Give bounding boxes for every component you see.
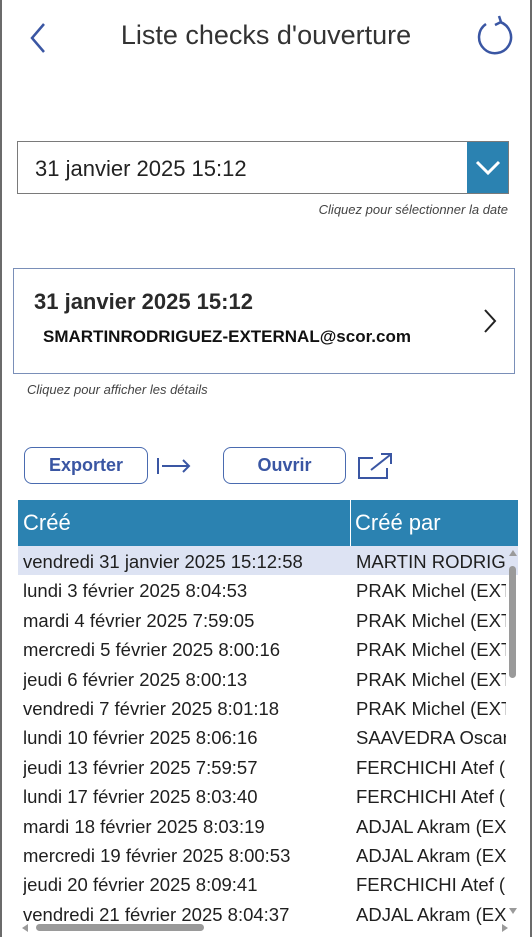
date-dropdown-value: 31 janvier 2025 15:12	[35, 156, 247, 181]
page-title: Liste checks d'ouverture	[120, 20, 412, 50]
vertical-scroll-thumb[interactable]	[509, 566, 516, 678]
table-row[interactable]: mercredi 5 février 2025 8:00:16 PRAK Mich…	[18, 634, 518, 663]
cell-created: jeudi 6 février 2025 8:00:13	[23, 668, 248, 690]
table-row[interactable]: vendredi 31 janvier 2025 15:12:58 MARTIN …	[18, 546, 518, 576]
table-header: Créé Créé par	[18, 500, 518, 546]
table-row[interactable]: mardi 4 février 2025 7:59:05 PRAK Michel …	[18, 605, 518, 634]
table-row[interactable]: lundi 17 février 2025 8:03:40 FERCHICHI A…	[18, 781, 518, 810]
cell-created-by: FERCHICHI Atef (	[356, 786, 506, 808]
cell-created: jeudi 20 février 2025 8:09:41	[23, 874, 258, 896]
scroll-left-arrow-icon[interactable]	[22, 924, 28, 932]
cell-created: jeudi 13 février 2025 7:59:57	[23, 756, 258, 778]
scroll-up-arrow-icon[interactable]	[509, 550, 517, 556]
chevron-right-icon	[484, 309, 497, 333]
external-link-icon[interactable]	[357, 452, 393, 480]
date-hint: Cliquez pour sélectionner la date	[318, 202, 508, 217]
dropdown-toggle[interactable]	[467, 142, 508, 193]
card-user: SMARTINRODRIGUEZ-EXTERNAL@scor.com	[43, 327, 411, 346]
table-row[interactable]: jeudi 6 février 2025 8:00:13 PRAK Michel …	[18, 664, 518, 693]
scroll-right-arrow-icon[interactable]	[502, 924, 508, 932]
table-row[interactable]: jeudi 13 février 2025 7:59:57 FERCHICHI A…	[18, 752, 518, 781]
column-header-created-by[interactable]: Créé par	[355, 500, 441, 546]
column-header-created[interactable]: Créé	[23, 500, 71, 546]
cell-created: lundi 3 février 2025 8:04:53	[23, 580, 248, 602]
cell-created-by: PRAK Michel (EXT	[356, 609, 506, 631]
open-button[interactable]: Ouvrir	[223, 447, 346, 484]
scroll-down-arrow-icon[interactable]	[509, 908, 517, 914]
cell-created-by: ADJAL Akram (EX	[356, 844, 506, 866]
table-body: vendredi 31 janvier 2025 15:12:58 MARTIN …	[18, 546, 518, 928]
chevron-down-icon	[475, 160, 500, 175]
date-dropdown[interactable]: 31 janvier 2025 15:12	[17, 141, 509, 194]
cell-created-by: PRAK Michel (EXT	[356, 668, 506, 690]
summary-card[interactable]: 31 janvier 2025 15:12 SMARTINRODRIGUEZ-E…	[13, 268, 515, 374]
horizontal-scroll-thumb[interactable]	[36, 924, 204, 931]
cell-created: mardi 18 février 2025 8:03:19	[23, 815, 265, 837]
table-row[interactable]: lundi 3 février 2025 8:04:53 PRAK Michel …	[18, 575, 518, 604]
checks-table[interactable]: Créé Créé par vendredi 31 janvier 2025 1…	[18, 500, 518, 930]
table-row[interactable]: mardi 18 février 2025 8:03:19 ADJAL Akram…	[18, 811, 518, 840]
cell-created: mardi 4 février 2025 7:59:05	[23, 609, 255, 631]
cell-created: lundi 17 février 2025 8:03:40	[23, 786, 258, 808]
table-row[interactable]: mercredi 19 février 2025 8:00:53 ADJAL Ak…	[18, 840, 518, 869]
cell-created-by: SAAVEDRA Oscar	[356, 727, 506, 749]
table-row[interactable]: vendredi 7 février 2025 8:01:18 PRAK Mich…	[18, 693, 518, 722]
cell-created: vendredi 31 janvier 2025 15:12:58	[23, 551, 303, 572]
column-separator	[350, 500, 351, 546]
window-border-left	[0, 0, 2, 937]
vertical-scrollbar[interactable]	[507, 548, 519, 924]
cell-created: vendredi 7 février 2025 8:01:18	[23, 697, 280, 719]
cell-created-by: ADJAL Akram (EX	[356, 815, 506, 837]
refresh-button[interactable]	[472, 14, 516, 58]
cell-created: mercredi 19 février 2025 8:00:53	[23, 844, 291, 866]
table-row[interactable]: lundi 10 février 2025 8:06:16 SAAVEDRA Os…	[18, 722, 518, 751]
table-row[interactable]: jeudi 20 février 2025 8:09:41 FERCHICHI A…	[18, 869, 518, 898]
horizontal-scrollbar[interactable]	[18, 922, 518, 934]
export-arrow-icon[interactable]	[156, 455, 192, 477]
cell-created-by: PRAK Michel (EXT	[356, 639, 506, 661]
export-button[interactable]: Exporter	[24, 447, 148, 484]
refresh-icon	[477, 15, 513, 55]
cell-created-by: MARTIN RODRIG	[356, 551, 506, 572]
cell-created: lundi 10 février 2025 8:06:16	[23, 727, 258, 749]
card-date: 31 janvier 2025 15:12	[34, 289, 253, 314]
cell-created-by: PRAK Michel (EXT	[356, 697, 506, 719]
cell-created-by: FERCHICHI Atef (	[356, 756, 506, 778]
cell-created-by: FERCHICHI Atef (	[356, 874, 506, 896]
cell-created-by: PRAK Michel (EXT	[356, 580, 506, 602]
cell-created: mercredi 5 février 2025 8:00:16	[23, 639, 281, 661]
details-hint: Cliquez pour afficher les détails	[27, 382, 208, 397]
